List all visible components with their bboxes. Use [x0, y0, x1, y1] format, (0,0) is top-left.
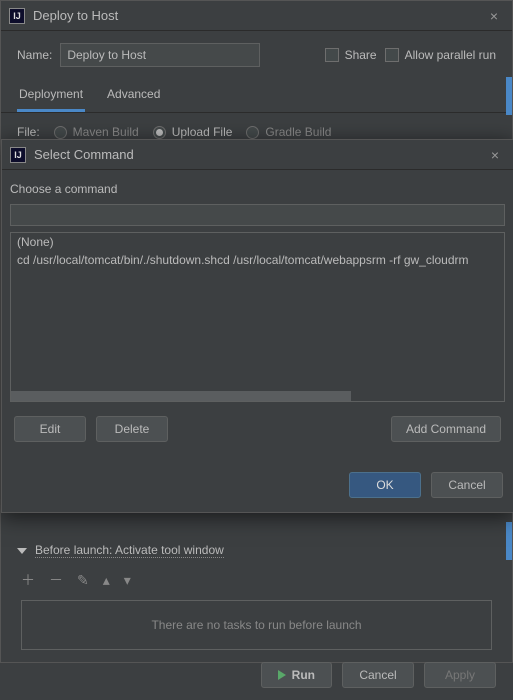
radio-icon: [54, 126, 67, 139]
modal-titlebar: IJ Select Command ×: [2, 140, 513, 170]
run-label: Run: [292, 668, 315, 682]
ok-button[interactable]: OK: [349, 472, 421, 498]
name-row: Name: Share Allow parallel run: [1, 31, 512, 71]
tab-deployment[interactable]: Deployment: [17, 81, 85, 112]
add-command-button[interactable]: Add Command: [391, 416, 501, 442]
parent-title: Deploy to Host: [33, 8, 484, 23]
parallel-label: Allow parallel run: [405, 48, 496, 62]
app-icon: IJ: [10, 147, 26, 163]
parallel-checkbox[interactable]: Allow parallel run: [385, 48, 496, 62]
modal-close-icon[interactable]: ×: [485, 147, 505, 163]
chevron-down-icon: [17, 548, 27, 554]
right-scroll-indicator: [506, 522, 512, 560]
command-buttons: Edit Delete Add Command: [10, 402, 505, 446]
radio-icon: [246, 126, 259, 139]
list-item[interactable]: cd /usr/local/tomcat/bin/./shutdown.shcd…: [11, 251, 504, 269]
tab-advanced[interactable]: Advanced: [105, 81, 162, 112]
before-launch-header[interactable]: Before launch: Activate tool window: [17, 539, 496, 562]
up-icon[interactable]: ▴: [103, 572, 110, 589]
radio-maven[interactable]: Maven Build: [54, 125, 139, 139]
edit-icon[interactable]: ✎: [77, 572, 89, 589]
name-label: Name:: [17, 48, 52, 62]
add-icon[interactable]: ＋: [21, 570, 35, 590]
before-launch-label: Before launch: Activate tool window: [35, 543, 224, 558]
play-icon: [278, 670, 286, 680]
radio-icon: [153, 126, 166, 139]
command-search-input[interactable]: [10, 204, 505, 226]
down-icon[interactable]: ▾: [124, 572, 131, 589]
modal-footer: OK Cancel: [2, 458, 513, 512]
edit-button[interactable]: Edit: [14, 416, 86, 442]
list-item[interactable]: (None): [11, 233, 504, 251]
run-button[interactable]: Run: [261, 662, 332, 688]
checkbox-icon: [325, 48, 339, 62]
task-toolbar: ＋ － ✎ ▴ ▾: [17, 562, 496, 598]
modal-title: Select Command: [34, 147, 485, 162]
right-scroll-indicator: [506, 77, 512, 115]
app-icon: IJ: [9, 8, 25, 24]
modal-body: Choose a command (None) cd /usr/local/to…: [2, 170, 513, 458]
command-list[interactable]: (None) cd /usr/local/tomcat/bin/./shutdo…: [10, 232, 505, 402]
select-command-dialog: IJ Select Command × Choose a command (No…: [1, 139, 513, 513]
tab-bar: Deployment Advanced: [1, 71, 512, 113]
file-label: File:: [17, 125, 40, 139]
radio-upload[interactable]: Upload File: [153, 125, 233, 139]
delete-button[interactable]: Delete: [96, 416, 168, 442]
name-input[interactable]: [60, 43, 260, 67]
radio-gradle[interactable]: Gradle Build: [246, 125, 331, 139]
horizontal-scrollbar[interactable]: [11, 391, 504, 401]
cancel-button[interactable]: Cancel: [431, 472, 503, 498]
apply-button[interactable]: Apply: [424, 662, 496, 688]
cancel-button[interactable]: Cancel: [342, 662, 414, 688]
task-list-empty: There are no tasks to run before launch: [21, 600, 492, 650]
share-checkbox[interactable]: Share: [325, 48, 377, 62]
share-label: Share: [345, 48, 377, 62]
deploy-dialog: IJ Deploy to Host × Name: Share Allow pa…: [0, 0, 513, 663]
checkbox-icon: [385, 48, 399, 62]
scrollbar-thumb[interactable]: [11, 391, 351, 401]
empty-text: There are no tasks to run before launch: [151, 618, 361, 632]
parent-titlebar: IJ Deploy to Host ×: [1, 1, 512, 31]
parent-close-icon[interactable]: ×: [484, 8, 504, 24]
dialog-footer: Run Cancel Apply: [1, 650, 512, 700]
remove-icon[interactable]: －: [49, 570, 63, 590]
before-launch-section: Before launch: Activate tool window ＋ － …: [1, 533, 512, 650]
modal-prompt: Choose a command: [10, 182, 505, 196]
